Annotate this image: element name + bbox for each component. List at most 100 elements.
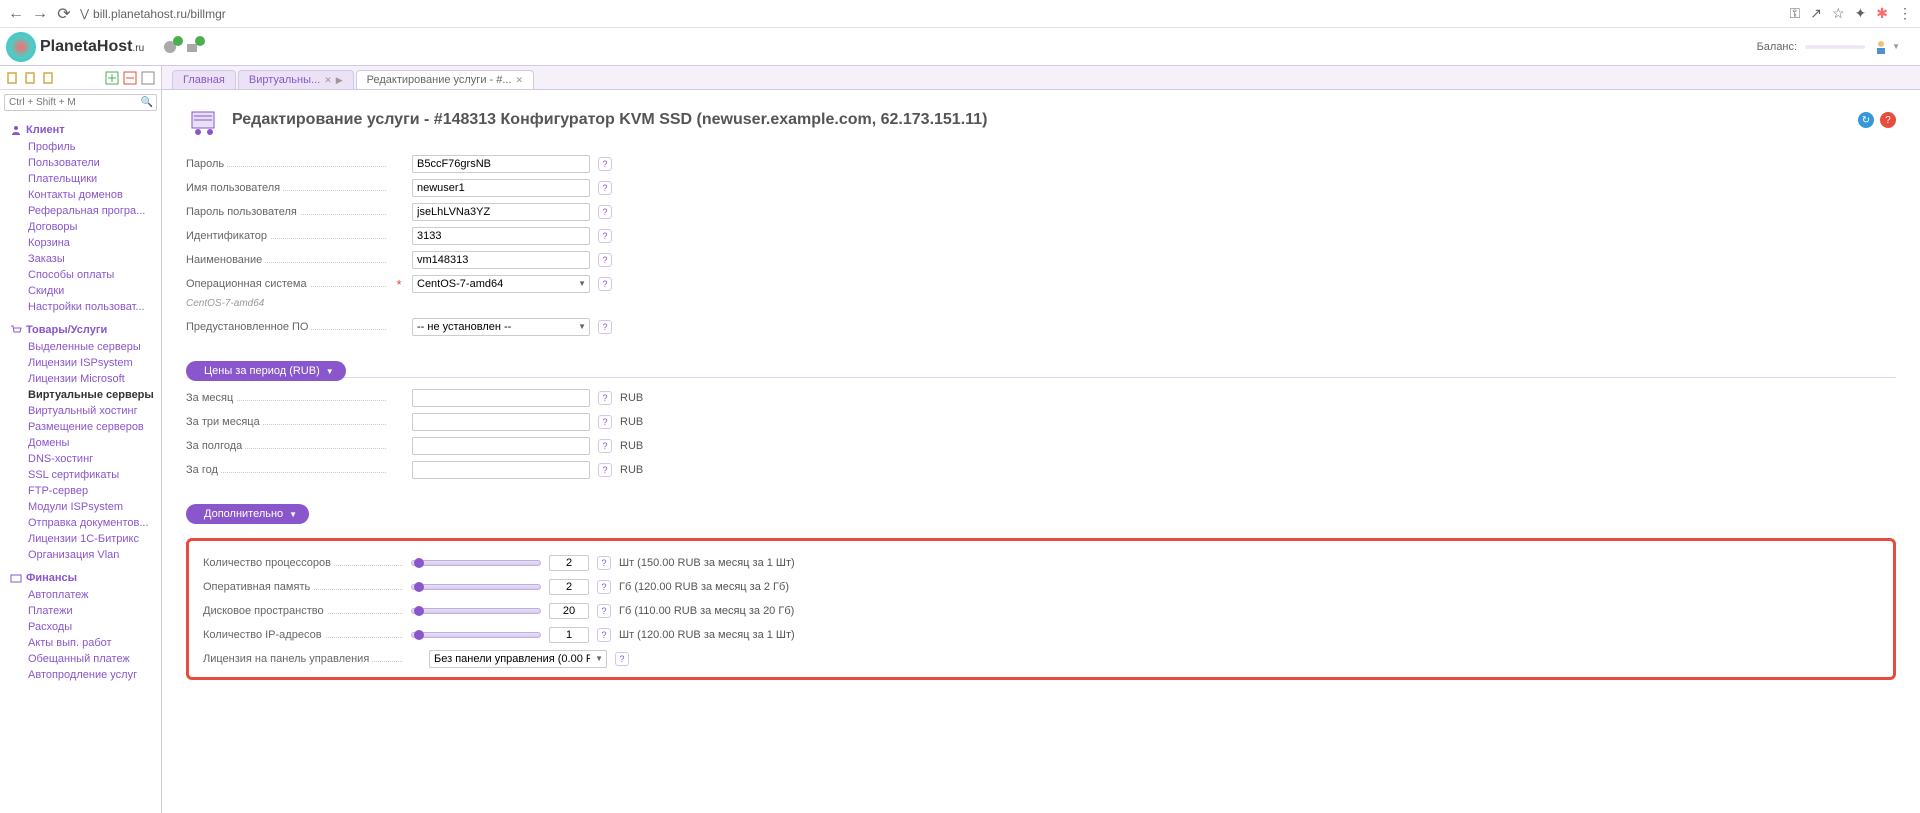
user-menu[interactable]: ▼ [1873,39,1900,55]
extension-icon[interactable]: ✱ [1876,5,1888,22]
slider-thumb[interactable] [414,558,424,568]
reload-icon[interactable]: ↻ [1858,112,1874,128]
nav-item[interactable]: Заказы [28,251,161,267]
tab-edit-active[interactable]: Редактирование услуги - #... ✕ [356,70,534,89]
nav-item[interactable]: Виртуальный хостинг [28,403,161,419]
ip-value-input[interactable] [549,627,589,643]
nav-header-client[interactable]: Клиент [0,121,161,139]
add-icon[interactable] [105,71,119,85]
expand-icon[interactable] [141,71,155,85]
nav-item[interactable]: Способы оплаты [28,267,161,283]
share-icon[interactable]: ↗ [1810,5,1822,22]
price-month-input[interactable] [412,389,590,407]
help-round-icon[interactable]: ? [1880,112,1896,128]
nav-item[interactable]: Отправка документов... [28,515,161,531]
nav-item[interactable]: DNS-хостинг [28,451,161,467]
preinstalled-select[interactable]: -- не установлен -- [412,318,590,336]
password-input[interactable] [412,155,590,173]
help-icon[interactable]: ? [598,205,612,219]
browser-forward-icon[interactable]: → [32,6,48,22]
nav-item[interactable]: Скидки [28,283,161,299]
remove-icon[interactable] [123,71,137,85]
nav-item[interactable]: Лицензии ISPsystem [28,355,161,371]
name-input[interactable] [412,251,590,269]
copy-icon[interactable] [6,71,20,85]
nav-item[interactable]: Корзина [28,235,161,251]
slider-thumb[interactable] [414,582,424,592]
price-year-input[interactable] [412,461,590,479]
nav-item[interactable]: Платежи [28,603,161,619]
os-select[interactable]: CentOS-7-amd64 [412,275,590,293]
ram-slider[interactable] [411,584,541,590]
tab-home[interactable]: Главная [172,70,236,89]
help-icon[interactable]: ? [597,628,611,642]
help-icon[interactable]: ? [615,652,629,666]
nav-item-active[interactable]: Виртуальные серверы [28,387,161,403]
help-icon[interactable]: ? [598,463,612,477]
help-icon[interactable]: ? [598,277,612,291]
cpu-value-input[interactable] [549,555,589,571]
nav-item[interactable]: Плательщики [28,171,161,187]
paste-icon[interactable] [24,71,38,85]
sidebar-search-input[interactable] [4,94,157,111]
additional-section-header[interactable]: Дополнительно ▼ [186,504,309,524]
nav-header-products[interactable]: Товары/Услуги [0,321,161,339]
nav-header-finance[interactable]: Финансы [0,569,161,587]
price-halfyear-input[interactable] [412,437,590,455]
nav-item[interactable]: Лицензии Microsoft [28,371,161,387]
tab-virtual[interactable]: Виртуальны... ✕ ▶ [238,70,354,89]
cpu-slider[interactable] [411,560,541,566]
logo[interactable]: PlanetaHost.ru [0,32,144,62]
help-icon[interactable]: ? [598,253,612,267]
help-icon[interactable]: ? [597,556,611,570]
help-icon[interactable]: ? [598,320,612,334]
nav-item[interactable]: Контакты доменов [28,187,161,203]
notifications-icon[interactable] [162,39,178,55]
browser-url-bar[interactable]: ⋁ bill.planetahost.ru/billmgr [80,7,226,21]
help-icon[interactable]: ? [598,229,612,243]
help-icon[interactable]: ? [597,580,611,594]
star-icon[interactable]: ☆ [1832,5,1845,22]
menu-icon[interactable]: ⋮ [1898,5,1912,22]
nav-item[interactable]: Домены [28,435,161,451]
nav-item[interactable]: Настройки пользоват... [28,299,161,315]
browser-reload-icon[interactable]: ⟳ [56,6,72,22]
clipboard-icon[interactable] [42,71,56,85]
tab-close-icon[interactable]: ✕ [516,75,524,86]
nav-item[interactable]: Обещанный платеж [28,651,161,667]
nav-item[interactable]: Расходы [28,619,161,635]
price-3month-input[interactable] [412,413,590,431]
browser-back-icon[interactable]: ← [8,6,24,22]
nav-item[interactable]: SSL сертификаты [28,467,161,483]
disk-value-input[interactable] [549,603,589,619]
help-icon[interactable]: ? [598,439,612,453]
nav-item[interactable]: FTP-сервер [28,483,161,499]
disk-slider[interactable] [411,608,541,614]
help-icon[interactable]: ? [598,181,612,195]
cart-top-icon[interactable] [184,39,200,55]
help-icon[interactable]: ? [598,415,612,429]
nav-item[interactable]: Размещение серверов [28,419,161,435]
username-input[interactable] [412,179,590,197]
nav-item[interactable]: Автопродление услуг [28,667,161,683]
slider-thumb[interactable] [414,630,424,640]
nav-item[interactable]: Профиль [28,139,161,155]
nav-item[interactable]: Лицензии 1С-Битрикс [28,531,161,547]
puzzle-icon[interactable]: ✦ [1855,5,1867,22]
help-icon[interactable]: ? [598,157,612,171]
identifier-input[interactable] [412,227,590,245]
nav-item[interactable]: Реферальная програ... [28,203,161,219]
ip-slider[interactable] [411,632,541,638]
nav-item[interactable]: Организация Vlan [28,547,161,563]
help-icon[interactable]: ? [597,604,611,618]
ram-value-input[interactable] [549,579,589,595]
tab-arrow-icon[interactable]: ▶ [336,75,343,86]
nav-item[interactable]: Выделенные серверы [28,339,161,355]
nav-item[interactable]: Договоры [28,219,161,235]
slider-thumb[interactable] [414,606,424,616]
nav-item[interactable]: Пользователи [28,155,161,171]
nav-item[interactable]: Модули ISPsystem [28,499,161,515]
key-icon[interactable]: ⚿ [1790,5,1801,22]
license-select[interactable]: Без панели управления (0.00 RUB за м [429,650,607,668]
prices-section-header[interactable]: Цены за период (RUB) ▼ [186,361,346,381]
